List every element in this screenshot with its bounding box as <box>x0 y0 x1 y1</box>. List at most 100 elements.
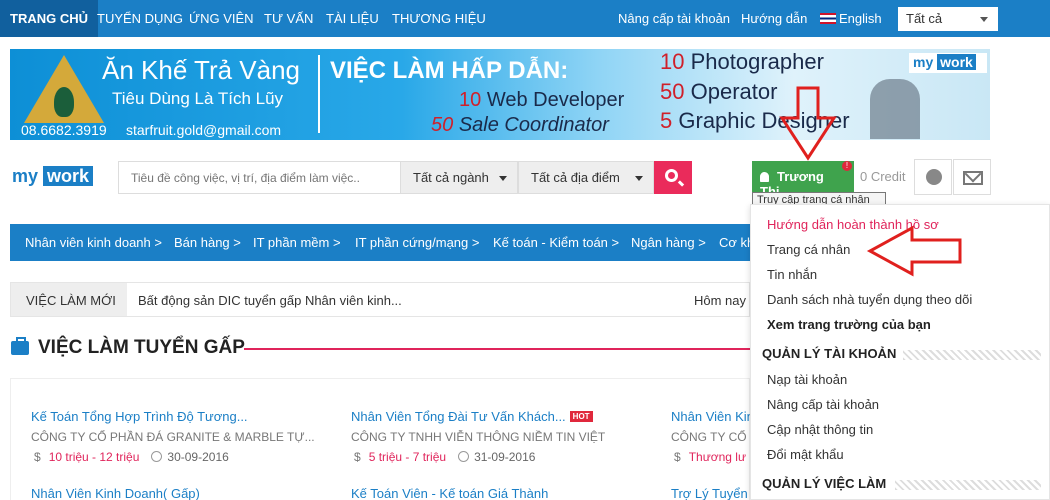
banner-mywork-logo: my work <box>909 53 987 73</box>
scope-select[interactable]: Tất cả <box>898 7 998 31</box>
ticker-job-link[interactable]: Bất động sản DIC tuyển gấp Nhân viên kin… <box>138 293 402 308</box>
banner-divider <box>318 55 320 133</box>
job-date: 31-09-2016 <box>474 450 536 464</box>
category-it-hardware[interactable]: IT phần cứng/mạng > <box>355 224 479 261</box>
section-stripes <box>895 480 1041 490</box>
banner-line: 5 Graphic Designer <box>660 108 850 133</box>
nav-recruitment[interactable]: TUYỂN DỤNG <box>97 0 183 37</box>
job-card[interactable]: Kế Toán Tổng Hợp Trình Độ Tương... CÔNG … <box>31 409 321 464</box>
job-date: 30-09-2016 <box>167 450 229 464</box>
uk-flag-icon <box>820 13 836 24</box>
job-title[interactable]: Kế Toán Tổng Hợp Trình Độ Tương... <box>31 409 321 424</box>
job-title[interactable]: Kế Toán Viên - Kế toán Giá Thành <box>351 486 548 500</box>
section-stripes <box>903 350 1041 360</box>
clock-icon <box>151 451 163 462</box>
category-sales-staff[interactable]: Nhân viên kinh doanh > <box>25 224 162 261</box>
menu-item-profile-guide[interactable]: Hướng dẫn hoàn thành hồ sơ <box>767 217 939 232</box>
job-company: CÔNG TY CỔ <box>671 430 747 444</box>
job-company: CÔNG TY TNHH VIỄN THÔNG NIỀM TIN VIỆT <box>351 430 606 444</box>
chevron-down-icon <box>635 176 643 181</box>
menu-item-school-page[interactable]: Xem trang trường của bạn <box>767 317 931 332</box>
banner-line: 50 Operator <box>660 79 778 104</box>
banner-person-image <box>870 79 920 139</box>
globe-icon <box>926 169 942 185</box>
industry-select[interactable]: Tất cả ngành <box>400 161 518 194</box>
banner-line: 10 Photographer <box>660 49 824 74</box>
dollar-icon: $ <box>354 450 361 464</box>
guide-link[interactable]: Hướng dẫn <box>741 0 807 37</box>
job-salary: 10 triệu - 12 triệu <box>48 450 140 464</box>
category-retail[interactable]: Bán hàng > <box>174 224 241 261</box>
job-salary: Thương lư <box>688 450 746 464</box>
globe-button[interactable] <box>914 159 952 195</box>
banner-brand-title: Ăn Khế Trả Vàng <box>102 55 301 85</box>
job-card[interactable]: Nhân Viên Kin CÔNG TY CỔ $ Thương lư <box>671 409 750 464</box>
job-title[interactable]: Nhân Viên Kinh Doanh( Gấp) <box>31 486 200 500</box>
nav-consulting[interactable]: TƯ VẤN <box>264 0 313 37</box>
menu-section-jobs: QUẢN LÝ VIỆC LÀM <box>762 476 887 491</box>
envelope-icon <box>963 171 983 185</box>
job-title[interactable]: Trợ Lý Tuyển D <box>671 486 750 500</box>
menu-section-account: QUẢN LÝ TÀI KHOẢN <box>762 346 897 361</box>
menu-item-upgrade[interactable]: Nâng cấp tài khoản <box>767 397 879 412</box>
nav-documents[interactable]: TÀI LIỆU <box>326 0 379 37</box>
banner-line: 10 Web Developer <box>459 89 625 111</box>
banner-line: 50 Sale Coordinator <box>431 114 609 136</box>
job-card[interactable]: Nhân Viên Tổng Đài Tư Vấn Khách... HOT CÔ… <box>351 409 641 464</box>
job-meta: $ Thương lư <box>671 450 750 464</box>
search-button[interactable] <box>654 161 692 194</box>
category-it-software[interactable]: IT phần mềm > <box>253 224 341 261</box>
credit-balance[interactable]: 0 Credit <box>860 169 906 184</box>
new-jobs-label: VIỆC LÀM MỚI <box>11 283 127 316</box>
user-account-button[interactable]: Trương Thị... <box>752 161 854 199</box>
account-dropdown-menu: Hướng dẫn hoàn thành hồ sơ Trang cá nhân… <box>750 204 1050 500</box>
menu-item-personal-page[interactable]: Trang cá nhân <box>767 242 850 257</box>
messages-button[interactable] <box>953 159 991 195</box>
ad-banner[interactable]: Ăn Khế Trả Vàng Tiêu Dùng Là Tích Lũy 08… <box>10 49 990 140</box>
banner-brand-subtitle: Tiêu Dùng Là Tích Lũy <box>112 89 284 108</box>
mywork-logo[interactable]: my work <box>12 166 94 187</box>
location-select-value: Tất cả địa điểm <box>531 170 620 185</box>
banner-email: starfruit.gold@gmail.com <box>126 122 282 138</box>
new-jobs-ticker: VIỆC LÀM MỚI Bất động sản DIC tuyển gấp … <box>10 282 756 317</box>
dollar-icon: $ <box>34 450 41 464</box>
nav-brands[interactable]: THƯƠNG HIỆU <box>392 0 486 37</box>
job-meta: $10 triệu - 12 triệu 30-09-2016 <box>31 450 321 464</box>
category-accounting[interactable]: Kế toán - Kiểm toán > <box>493 224 619 261</box>
industry-select-value: Tất cả ngành <box>413 170 489 185</box>
menu-item-messages[interactable]: Tin nhắn <box>767 267 817 282</box>
job-meta: $5 triệu - 7 triệu 31-09-2016 <box>351 450 641 464</box>
category-mechanical[interactable]: Cơ khí <box>719 224 750 261</box>
search-icon <box>665 169 678 182</box>
category-bar: Nhân viên kinh doanh > Bán hàng > IT phầ… <box>10 224 750 261</box>
banner-phone: 08.6682.3919 <box>21 122 107 138</box>
ticker-date: Hôm nay c <box>694 293 757 308</box>
nav-home[interactable]: TRANG CHỦ <box>0 0 98 37</box>
menu-item-topup[interactable]: Nạp tài khoản <box>767 372 847 387</box>
category-banking[interactable]: Ngân hàng > <box>631 224 706 261</box>
banner-headline: VIỆC LÀM HẤP DẪN: <box>330 57 569 84</box>
menu-item-update-info[interactable]: Cập nhật thông tin <box>767 422 873 437</box>
starfruit-icon <box>54 87 74 117</box>
job-title[interactable]: Nhân Viên Kin <box>671 409 750 424</box>
scope-select-value: Tất cả <box>906 11 943 26</box>
clock-icon <box>458 451 470 462</box>
briefcase-icon <box>11 337 29 355</box>
hot-badge: HOT <box>569 411 593 422</box>
user-icon <box>760 172 769 182</box>
notification-badge: ! <box>842 161 852 171</box>
location-select[interactable]: Tất cả địa điểm <box>518 161 654 194</box>
dollar-icon: $ <box>674 450 681 464</box>
language-label: English <box>839 11 882 26</box>
language-link[interactable]: English <box>820 0 882 37</box>
section-divider <box>244 348 750 350</box>
upgrade-account-link[interactable]: Nâng cấp tài khoản <box>618 0 730 37</box>
job-salary: 5 triệu - 7 triệu <box>368 450 447 464</box>
search-input[interactable] <box>118 161 401 194</box>
top-navbar: TRANG CHỦ TUYỂN DỤNG ỨNG VIÊN TƯ VẤN TÀI… <box>0 0 1050 37</box>
menu-item-change-password[interactable]: Đổi mật khẩu <box>767 447 844 462</box>
job-title[interactable]: Nhân Viên Tổng Đài Tư Vấn Khách... HOT <box>351 409 641 424</box>
menu-item-followed-employers[interactable]: Danh sách nhà tuyển dụng theo dõi <box>767 292 972 307</box>
job-company: CÔNG TY CỔ PHẦN ĐÁ GRANITE & MARBLE TỰ..… <box>31 430 315 444</box>
nav-candidates[interactable]: ỨNG VIÊN <box>189 0 254 37</box>
